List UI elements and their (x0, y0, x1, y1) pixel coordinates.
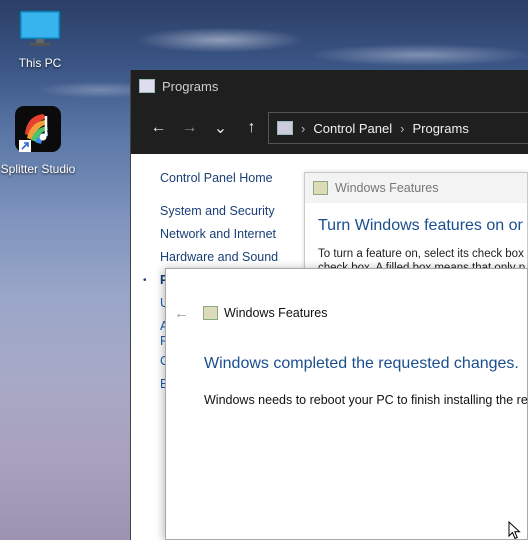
breadcrumb-control-panel[interactable]: Control Panel (313, 121, 392, 136)
windows-features-icon (313, 181, 328, 195)
breadcrumb-separator: › (301, 120, 306, 136)
dialog-title-text: Windows Features (224, 306, 328, 320)
dialog-title: Windows Features (203, 306, 328, 320)
sidebar-item-control-panel-home[interactable]: Control Panel Home (160, 171, 273, 185)
window-title: Programs (162, 78, 219, 94)
splitter-studio-app-icon (15, 106, 61, 152)
windows-features-completed-dialog: ← Windows Features Windows completed the… (165, 268, 528, 540)
sidebar-item-system-and-security[interactable]: System and Security (160, 204, 275, 218)
control-panel-icon (277, 121, 293, 135)
breadcrumb-programs[interactable]: Programs (412, 121, 468, 136)
window-titlebar[interactable]: Programs (131, 70, 528, 102)
address-bar[interactable]: › Control Panel › Programs (268, 112, 528, 144)
features-heading: Turn Windows features on or o (318, 217, 528, 234)
control-panel-icon (139, 79, 155, 93)
instructions-line: To turn a feature on, select its check b… (318, 248, 524, 260)
recent-locations-button[interactable]: ⌄ (205, 118, 236, 138)
forward-button[interactable]: → (174, 119, 205, 137)
mouse-cursor-icon (508, 521, 521, 540)
back-button[interactable]: ← (143, 119, 174, 137)
current-page-bullet: • (143, 275, 147, 286)
desktop-icon-this-pc[interactable]: This PC (0, 8, 80, 70)
window-title: Windows Features (335, 181, 439, 195)
desktop-icon-label: This PC (18, 56, 62, 70)
reboot-message: Windows needs to reboot your PC to finis… (204, 393, 528, 407)
sidebar-item-network-and-internet[interactable]: Network and Internet (160, 227, 276, 241)
back-button[interactable]: ← (174, 305, 189, 322)
breadcrumb-separator: › (400, 120, 405, 136)
window-titlebar[interactable]: Windows Features (305, 173, 527, 203)
windows-features-icon (203, 306, 218, 320)
desktop-icon-label: Splitter Studio (0, 162, 76, 176)
sidebar-item-hardware-and-sound[interactable]: Hardware and Sound (160, 250, 278, 264)
up-button[interactable]: ↑ (236, 119, 267, 137)
completion-heading: Windows completed the requested changes. (204, 355, 519, 372)
desktop-icon-splitter-studio[interactable]: Splitter Studio (0, 104, 78, 176)
monitor-icon (19, 10, 61, 46)
